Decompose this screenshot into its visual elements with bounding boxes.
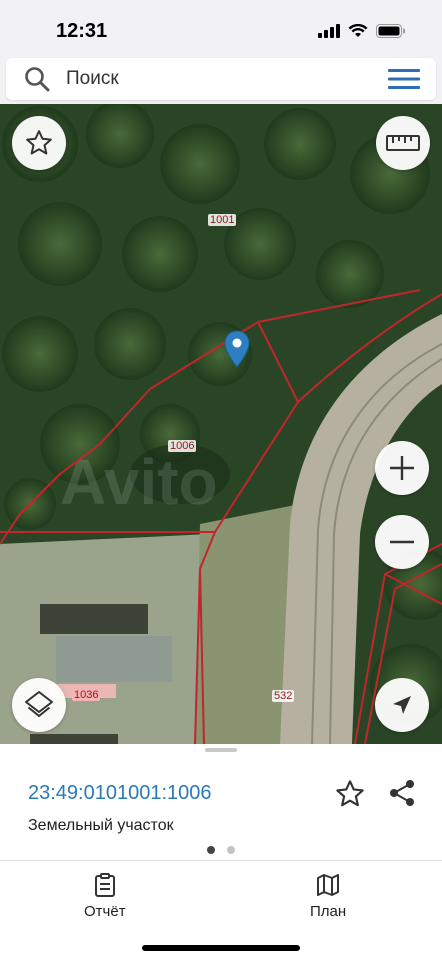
clipboard-icon: [94, 873, 115, 897]
status-bar: 12:31: [0, 0, 442, 58]
nav-report[interactable]: Отчёт: [84, 873, 126, 920]
cellular-signal-icon: [318, 24, 340, 38]
navigation-arrow-icon: [393, 696, 411, 714]
status-time: 12:31: [56, 20, 108, 42]
location-pin-icon[interactable]: [224, 330, 250, 368]
parcel-info-sheet[interactable]: 23:49:0101001:1006 Земельный участок: [0, 744, 442, 860]
zoom-out-button[interactable]: [375, 515, 429, 569]
menu-icon[interactable]: [388, 68, 420, 90]
zoom-in-icon: [390, 456, 414, 480]
ruler-button[interactable]: [376, 116, 430, 170]
favorite-button[interactable]: [12, 116, 66, 170]
map-icon: [317, 874, 340, 896]
page-dot-active[interactable]: [207, 846, 215, 854]
star-icon: [26, 130, 52, 155]
parcel-label-1036[interactable]: 1036: [72, 689, 101, 701]
parcel-label-1001[interactable]: 1001: [208, 214, 237, 226]
cadastral-number[interactable]: 23:49:0101001:1006: [28, 782, 212, 805]
my-location-button[interactable]: [375, 678, 429, 732]
parcel-label-1006[interactable]: 1006: [168, 440, 197, 452]
sheet-handle[interactable]: [205, 748, 237, 752]
battery-icon: [376, 24, 405, 38]
map-imagery: Avito: [0, 104, 442, 744]
home-indicator[interactable]: [142, 945, 300, 951]
page-dot[interactable]: [227, 846, 235, 854]
nav-plan[interactable]: План: [310, 873, 346, 920]
search-icon[interactable]: [24, 66, 50, 92]
bottom-nav: Отчёт План: [0, 860, 442, 960]
layers-icon: [25, 691, 53, 717]
parcel-type: Земельный участок: [28, 817, 174, 834]
share-icon[interactable]: [388, 778, 416, 808]
zoom-in-button[interactable]: [375, 441, 429, 495]
search-input[interactable]: [66, 66, 366, 92]
page-indicator: [0, 846, 442, 854]
zoom-out-icon: [390, 540, 414, 544]
parcel-label-532[interactable]: 532: [272, 690, 295, 702]
star-icon[interactable]: [334, 778, 366, 810]
status-icons: [318, 24, 406, 38]
wifi-icon: [348, 24, 368, 37]
satellite-map[interactable]: Avito 1001 1006 1036 532: [0, 104, 442, 744]
nav-plan-label: План: [310, 903, 347, 920]
search-bar[interactable]: [6, 58, 436, 100]
nav-report-label: Отчёт: [84, 903, 126, 920]
layers-button[interactable]: [12, 678, 66, 732]
ruler-icon: [386, 135, 420, 151]
